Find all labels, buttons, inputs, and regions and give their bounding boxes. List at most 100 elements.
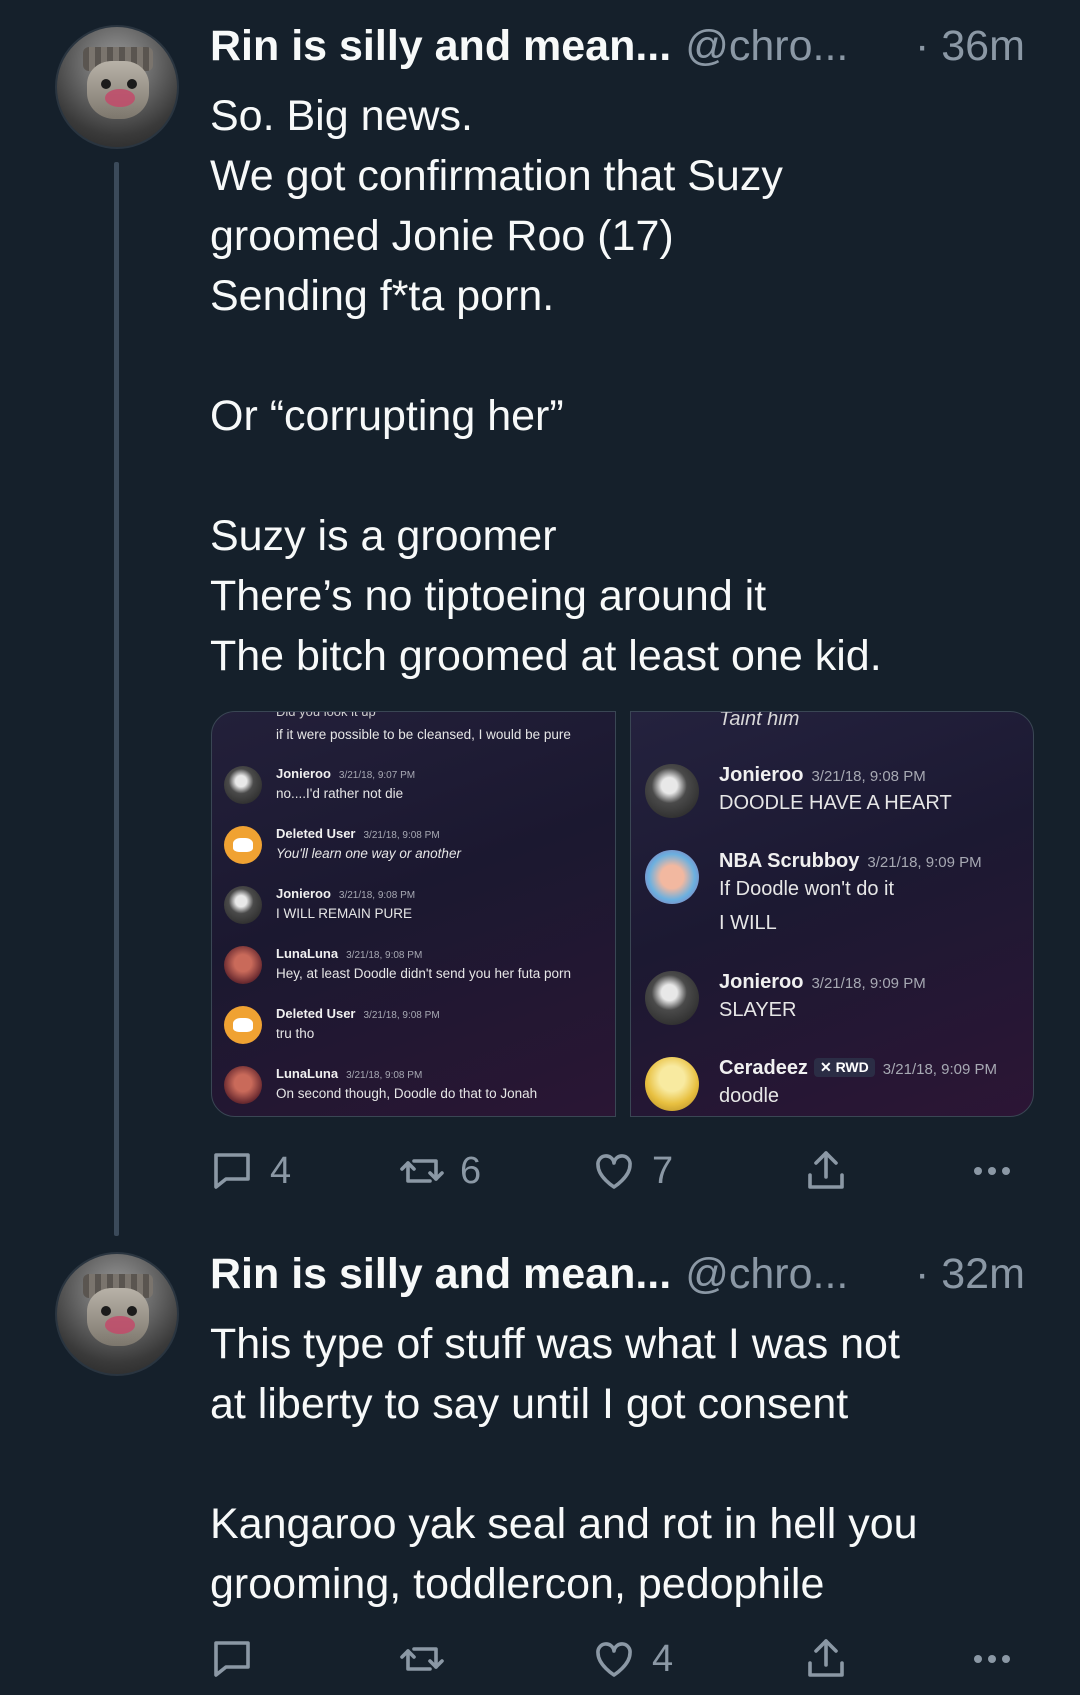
chat-username: Jonieroo 3/21/18, 9:08 PM [276, 886, 415, 901]
text-line: at liberty to say until I got consent [210, 1380, 849, 1428]
text-line: Suzy is a groomer [210, 512, 557, 560]
chat-username: Deleted User 3/21/18, 9:08 PM [276, 826, 440, 841]
username: Deleted User [276, 1006, 356, 1021]
avatar[interactable] [55, 1252, 179, 1376]
tweet-time[interactable]: · 32m [915, 1250, 1025, 1299]
text-line: Kangaroo yak seal and rot in hell you [210, 1500, 918, 1548]
reply-button[interactable] [208, 1635, 270, 1683]
chat-text: tru tho [276, 1026, 315, 1041]
chat-timestamp: 3/21/18, 9:09 PM [811, 975, 926, 992]
retweet-icon [400, 1159, 444, 1183]
tweet[interactable]: Rin is silly and mean... @chro... · 36m S… [0, 0, 1080, 1236]
chat-username: Ceradeez ✕ RWD 3/21/18, 9:09 PM [719, 1057, 997, 1080]
retweet-button[interactable]: 6 [398, 1147, 481, 1195]
tweet-header: Rin is silly and mean... @chro... [210, 22, 848, 71]
reply-icon [214, 1641, 250, 1677]
avatar-eye [101, 79, 111, 89]
chat-username: LunaLuna 3/21/18, 9:08 PM [276, 946, 422, 961]
username: Ceradeez [719, 1057, 808, 1079]
text-line: groomed Jonie Roo (17) [210, 212, 674, 260]
display-name[interactable]: Rin is silly and mean... [210, 1250, 671, 1298]
chat-timestamp: 3/21/18, 9:09 PM [867, 854, 982, 871]
text-line: Sending f*ta porn. [210, 272, 555, 320]
chat-timestamp: 3/21/18, 9:07 PM [338, 770, 416, 781]
chat-username: Jonieroo 3/21/18, 9:08 PM [719, 764, 926, 787]
more-icon [974, 1167, 1010, 1175]
chat-text: no....I'd rather not die [276, 786, 404, 801]
ceradeez-avatar [645, 1057, 699, 1111]
tweet-time[interactable]: · 36m [915, 22, 1025, 71]
tweet-header: Rin is silly and mean... @chro... [210, 1250, 848, 1299]
chat-timestamp: 3/21/18, 9:08 PM [346, 950, 423, 961]
handle[interactable]: @chro... [685, 1250, 848, 1298]
avatar-blush [105, 1316, 135, 1334]
like-button[interactable]: 7 [590, 1147, 673, 1195]
chat-timestamp: 3/21/18, 9:08 PM [363, 830, 440, 841]
role-badge-label: RWD [835, 1059, 869, 1075]
timestamp[interactable]: · 36m [915, 22, 1025, 70]
share-button[interactable] [802, 1147, 850, 1195]
like-button[interactable]: 4 [590, 1635, 673, 1683]
media-image-right[interactable]: Taint him Jonieroo 3/21/18, 9:08 PM DOODL… [630, 711, 1034, 1117]
chat-timestamp: 3/21/18, 9:09 PM [882, 1061, 997, 1078]
chat-text: If Doodle won't do it [719, 878, 895, 900]
chat-username: Jonieroo 3/21/18, 9:07 PM [276, 766, 415, 781]
text-line [210, 446, 1040, 506]
chat-username: Jonieroo 3/21/18, 9:09 PM [719, 971, 926, 994]
share-icon [808, 1639, 844, 1677]
media-image-left[interactable]: Did you look it up if it were possible t… [211, 711, 616, 1117]
text-line: grooming, toddlercon, pedophile [210, 1560, 825, 1608]
tweet-actions: 4 [0, 1635, 1080, 1695]
chat-timestamp: 3/21/18, 9:08 PM [811, 768, 926, 785]
username: Jonieroo [719, 764, 804, 786]
jonie-avatar [645, 764, 699, 818]
avatar-eye [101, 1306, 111, 1316]
avatar[interactable] [55, 25, 179, 149]
text-line: Or “corrupting her” [210, 392, 564, 440]
deleted-user-avatar [224, 826, 262, 864]
share-button[interactable] [802, 1635, 850, 1683]
text-line: We got confirmation that Suzy [210, 152, 783, 200]
chat-text: I WILL REMAIN PURE [276, 906, 413, 921]
timestamp[interactable]: · 32m [915, 1250, 1025, 1298]
chat-text: SLAYER [719, 999, 797, 1021]
chat-text: On second though, Doodle do that to Jona… [276, 1086, 538, 1101]
like-count: 7 [652, 1149, 674, 1192]
retweet-button[interactable] [398, 1635, 460, 1683]
avatar-eye [127, 79, 137, 89]
handle[interactable]: @chro... [685, 22, 848, 70]
jonie-avatar [645, 971, 699, 1025]
text-line: This type of stuff was what I was not [210, 1320, 900, 1368]
retweet-count: 6 [460, 1149, 482, 1192]
chat-username: LunaLuna 3/21/18, 9:08 PM [276, 1066, 422, 1081]
more-button[interactable] [968, 1147, 1016, 1195]
text-line [210, 326, 1040, 386]
luna-avatar [224, 1066, 262, 1104]
role-badge: ✕ RWD [813, 1058, 875, 1077]
reply-icon [214, 1153, 250, 1189]
more-icon [974, 1655, 1010, 1663]
retweet-icon [400, 1647, 444, 1671]
chat-cutoff-line: Taint him [719, 711, 800, 730]
tweet-actions: 4 6 7 [0, 1147, 1080, 1207]
thread-line [114, 162, 119, 1236]
text-line [210, 1434, 1040, 1494]
reply-button[interactable]: 4 [208, 1147, 291, 1195]
chat-cutoff-line: Did you look it up [276, 711, 376, 719]
like-icon [596, 1154, 632, 1189]
chat-text: Hey, at least Doodle didn't send you her… [276, 966, 572, 981]
chat-text: You'll learn one way or another [276, 846, 461, 861]
chat-timestamp: 3/21/18, 9:08 PM [338, 890, 416, 901]
like-icon [596, 1642, 632, 1677]
avatar-blush [105, 89, 135, 107]
display-name[interactable]: Rin is silly and mean... [210, 22, 671, 70]
tweet[interactable]: Rin is silly and mean... @chro... · 32m T… [0, 1230, 1080, 1689]
text-line: The bitch groomed at least one kid. [210, 632, 882, 680]
reply-count: 4 [270, 1149, 292, 1192]
more-button[interactable] [968, 1635, 1016, 1683]
luna-avatar [224, 946, 262, 984]
username: Deleted User [276, 826, 356, 841]
jonie-avatar [224, 766, 262, 804]
nba-avatar [645, 850, 699, 904]
username: Jonieroo [719, 971, 804, 993]
